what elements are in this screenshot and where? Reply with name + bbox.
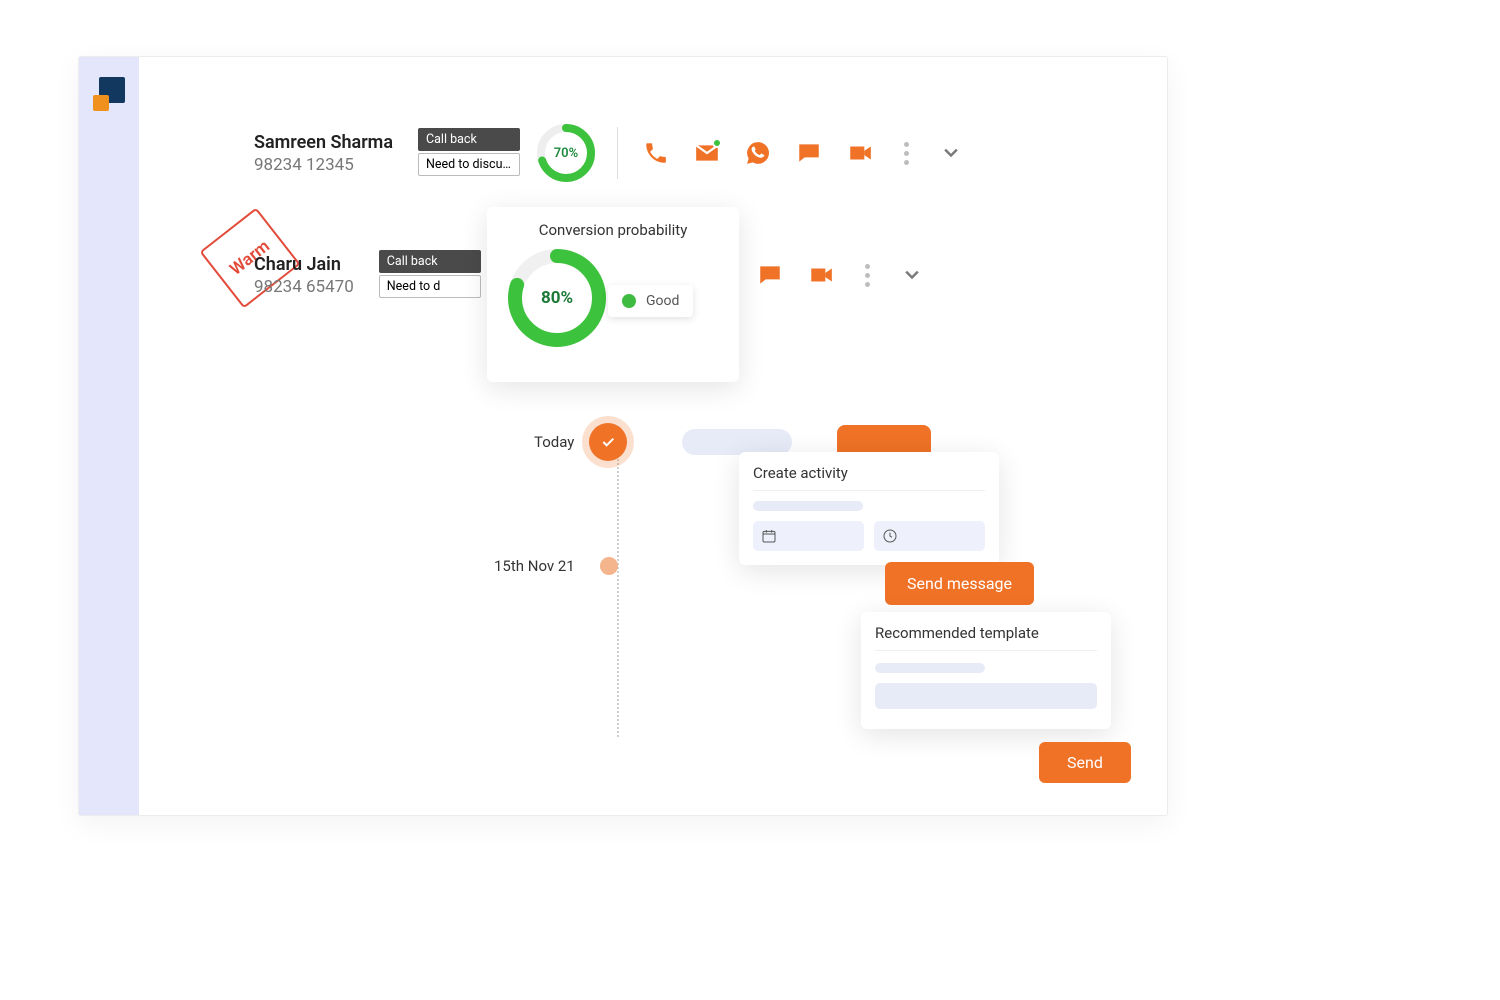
app-window: Samreen Sharma 98234 12345 Call back Nee… <box>78 56 1168 816</box>
time-field[interactable] <box>874 521 985 551</box>
past-date-label: 15th Nov 21 <box>494 557 575 575</box>
tag-note[interactable]: Need to discu… <box>418 153 520 176</box>
side-nav <box>79 57 139 815</box>
create-activity-title: Create activity <box>753 464 985 491</box>
video-icon[interactable] <box>847 140 873 166</box>
status-dot-icon <box>622 294 636 308</box>
conversion-big-pct: 80% <box>504 245 610 351</box>
contact-identity: Samreen Sharma 98234 12345 <box>254 132 393 175</box>
timeline-past: 15th Nov 21 <box>494 557 618 575</box>
conversion-pct: 70% <box>535 122 597 184</box>
template-label-placeholder <box>875 663 985 673</box>
contact-actions <box>643 140 961 166</box>
calendar-icon <box>761 528 777 544</box>
mail-icon[interactable] <box>694 140 720 166</box>
tag-note[interactable]: Need to d <box>379 275 481 298</box>
recommended-template-card: Recommended template <box>861 612 1111 729</box>
phone-icon[interactable] <box>643 140 669 166</box>
date-field[interactable] <box>753 521 864 551</box>
contact-phone: 98234 12345 <box>254 155 393 175</box>
contact-name: Samreen Sharma <box>254 132 393 153</box>
contact-identity: Charu Jain 98234 65470 <box>254 254 354 297</box>
more-menu[interactable] <box>859 262 877 288</box>
tag-callback[interactable]: Call back <box>418 128 520 151</box>
send-message-button[interactable]: Send message <box>885 562 1034 605</box>
conversion-status-label: Good <box>646 293 679 309</box>
whatsapp-icon[interactable] <box>745 140 771 166</box>
recommended-title: Recommended template <box>875 624 1097 651</box>
contact-tags: Call back Need to discu… <box>418 128 520 178</box>
chat-icon[interactable] <box>757 262 783 288</box>
contact-row: Samreen Sharma 98234 12345 Call back Nee… <box>254 122 961 184</box>
expand-toggle[interactable] <box>941 143 961 163</box>
video-icon[interactable] <box>808 262 834 288</box>
today-label: Today <box>534 433 574 451</box>
template-body-placeholder[interactable] <box>875 683 1097 709</box>
send-button[interactable]: Send <box>1039 742 1131 783</box>
past-node-icon <box>600 557 618 575</box>
contact-tags: Call back Need to d <box>379 250 481 300</box>
activity-label-placeholder <box>753 501 863 511</box>
tag-callback[interactable]: Call back <box>379 250 481 273</box>
chat-icon[interactable] <box>796 140 822 166</box>
conversion-card-title: Conversion probability <box>502 221 724 239</box>
conversion-ring-large: 80% <box>504 245 610 351</box>
expand-toggle[interactable] <box>902 265 922 285</box>
more-menu[interactable] <box>898 140 916 166</box>
today-node-icon[interactable] <box>589 423 627 461</box>
conversion-status-chip: Good <box>608 285 693 317</box>
conversion-ring[interactable]: 70% <box>535 122 597 184</box>
contact-phone: 98234 65470 <box>254 277 354 297</box>
app-logo-icon <box>93 77 125 109</box>
create-activity-card: Create activity <box>739 452 999 565</box>
clock-icon <box>882 528 898 544</box>
contact-name: Charu Jain <box>254 254 354 275</box>
timeline-line <box>617 427 619 737</box>
divider <box>617 127 618 179</box>
conversion-probability-card: Conversion probability 80% Good <box>487 207 739 382</box>
unread-badge-icon <box>712 138 722 148</box>
